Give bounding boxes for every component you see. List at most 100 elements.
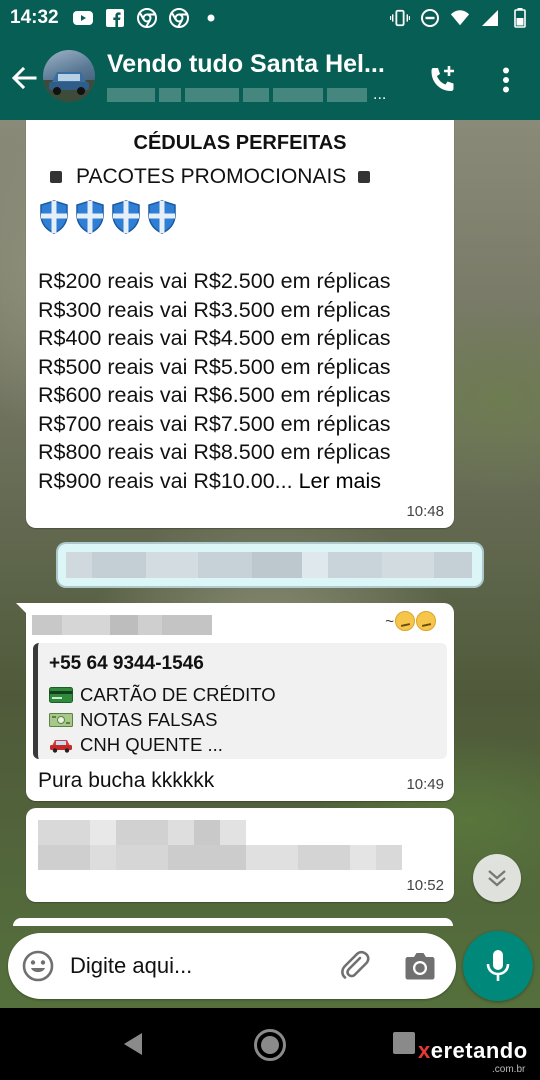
more-vertical-icon — [503, 67, 509, 93]
message-bubble[interactable]: CÉDULAS PERFEITAS PACOTES PROMOCIONAIS R… — [26, 120, 454, 528]
quoted-phone-number: +55 64 9344-1546 — [49, 653, 204, 674]
redacted-block — [328, 552, 382, 578]
price-line-truncated: R$900 reais vai R$10.00... Ler mais — [38, 467, 391, 496]
car-icon — [49, 737, 73, 753]
price-line: R$800 reais vai R$8.500 em réplicas — [38, 440, 391, 464]
redacted-block — [252, 552, 302, 578]
redacted-block — [382, 552, 434, 578]
attach-button[interactable] — [338, 949, 372, 983]
black-square-icon — [50, 171, 62, 183]
black-square-icon — [358, 171, 371, 183]
message-bubble[interactable]: ~ +55 64 9344-1546 CARTÃO DE CRÉDITO NOT… — [16, 603, 454, 801]
facebook-icon — [105, 8, 125, 28]
smirk-emoji-icon — [395, 611, 415, 631]
back-button[interactable] — [8, 60, 40, 96]
price-line: R$400 reais vai R$4.500 em réplicas — [38, 326, 391, 350]
group-avatar[interactable] — [43, 50, 95, 102]
sender-push-name: ~ — [385, 611, 436, 631]
message-bubble-partial — [13, 918, 453, 926]
credit-card-icon — [49, 686, 73, 703]
sender-name-redacted — [32, 615, 212, 635]
truncated-text: R$900 reais vai R$10.00... — [38, 468, 293, 493]
shield-icon — [40, 200, 68, 234]
price-line: R$700 reais vai R$7.500 em réplicas — [38, 411, 391, 436]
nav-back-button[interactable] — [120, 1030, 148, 1058]
redacted-block — [185, 88, 239, 102]
scroll-to-bottom-button[interactable] — [473, 854, 521, 902]
price-list: R$200 reais vai R$2.500 em réplicas R$30… — [38, 267, 391, 495]
price-line: R$200 reais vai R$2.500 em réplicas — [38, 269, 391, 293]
quoted-line: CARTÃO DE CRÉDITO — [49, 682, 447, 707]
emoji-button[interactable] — [22, 950, 54, 982]
chrome-icon — [168, 8, 189, 28]
message-input[interactable] — [70, 949, 320, 983]
message-time: 10:52 — [406, 877, 444, 894]
price-line: R$600 reais vai R$6.500 em réplicas — [38, 383, 391, 407]
subheading-text: PACOTES PROMOCIONAIS — [76, 165, 347, 188]
redacted-block — [62, 615, 110, 635]
message-text: Pura bucha kkkkkk — [38, 769, 215, 792]
group-name[interactable]: Vendo tudo Santa Hel... — [107, 50, 385, 79]
camera-icon — [405, 953, 435, 980]
nav-home-button[interactable] — [253, 1028, 287, 1062]
camera-button[interactable] — [404, 951, 436, 981]
redacted-block — [146, 552, 198, 578]
signal-icon — [480, 8, 500, 28]
redacted-block — [66, 552, 92, 578]
price-line: R$300 reais vai R$3.500 em réplicas — [38, 297, 391, 322]
redacted-block — [243, 88, 269, 102]
quoted-message[interactable]: +55 64 9344-1546 CARTÃO DE CRÉDITO NOTAS… — [33, 643, 447, 759]
redacted-block — [434, 552, 472, 578]
read-more-link[interactable]: Ler mais — [299, 469, 381, 493]
youtube-icon — [72, 8, 93, 28]
watermark-x: x — [418, 1038, 431, 1063]
home-circle-icon — [254, 1029, 286, 1061]
subtitle-ellipsis: ... — [373, 86, 387, 103]
paperclip-icon — [341, 950, 370, 979]
redacted-block — [32, 615, 62, 635]
message-subheading: PACOTES PROMOCIONAIS — [46, 165, 374, 189]
quoted-line: CNH QUENTE ... — [49, 732, 447, 757]
redacted-block — [159, 88, 181, 102]
price-line: R$500 reais vai R$5.500 em réplicas — [38, 354, 391, 379]
message-composer — [8, 933, 456, 999]
shield-icon — [76, 200, 104, 234]
quoted-line-text: CNH QUENTE ... — [80, 733, 223, 755]
add-call-button[interactable] — [425, 62, 461, 98]
quoted-line-text: CARTÃO DE CRÉDITO — [80, 683, 276, 705]
watermark-domain: .com.br — [492, 1064, 526, 1075]
voice-message-button[interactable] — [463, 931, 533, 1001]
message-heading: CÉDULAS PERFEITAS — [133, 132, 347, 154]
shield-icon — [148, 200, 176, 234]
redacted-block — [107, 88, 155, 102]
car-photo-icon — [43, 72, 95, 102]
arrow-left-icon — [11, 66, 37, 90]
redacted-text — [38, 820, 402, 870]
status-bar: 14:32 — [0, 0, 540, 36]
redacted-block — [92, 552, 146, 578]
smirk-emoji-icon — [416, 611, 436, 631]
group-participants[interactable]: ... — [107, 86, 407, 104]
wifi-icon — [450, 8, 470, 28]
redacted-block — [162, 615, 212, 635]
vibrate-icon — [390, 8, 410, 28]
overflow-menu-button[interactable] — [494, 62, 518, 98]
notification-dot-icon — [201, 8, 221, 28]
redacted-block — [273, 88, 323, 102]
redacted-block — [138, 615, 162, 635]
redacted-block — [198, 552, 252, 578]
do-not-disturb-icon — [420, 8, 440, 28]
system-navigation-bar: xeretando .com.br — [0, 1008, 540, 1080]
watermark-text: eretando — [430, 1038, 528, 1063]
message-bubble[interactable]: 10:52 — [26, 808, 454, 902]
shield-icon — [112, 200, 140, 234]
redacted-block — [110, 615, 138, 635]
outgoing-message-redacted[interactable] — [58, 544, 482, 586]
double-chevron-down-icon — [488, 870, 506, 887]
phone-add-icon — [431, 66, 454, 91]
banknote-icon — [49, 712, 73, 728]
chat-header: Vendo tudo Santa Hel... ... — [0, 36, 540, 120]
message-time: 10:48 — [406, 503, 444, 520]
status-time: 14:32 — [10, 7, 59, 28]
nav-recents-button[interactable] — [393, 1032, 415, 1054]
